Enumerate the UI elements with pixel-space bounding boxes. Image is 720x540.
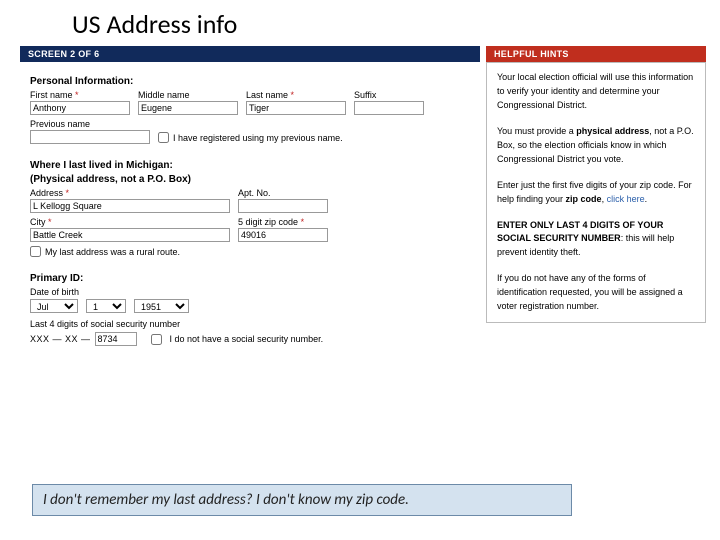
hint-5: If you do not have any of the forms of i… — [497, 272, 695, 314]
ssn-input[interactable] — [95, 332, 137, 346]
city-label: City * — [30, 217, 230, 227]
address-heading: Where I last lived in Michigan: — [30, 160, 470, 171]
middle-name-input[interactable] — [138, 101, 238, 115]
hint-4: ENTER ONLY LAST 4 DIGITS OF YOUR SOCIAL … — [497, 219, 695, 261]
middle-name-label: Middle name — [138, 90, 238, 100]
form-content: Personal Information: First name * Middl… — [20, 62, 480, 352]
suffix-input[interactable] — [354, 101, 424, 115]
right-column: HELPFUL HINTS Your local election offici… — [486, 46, 706, 323]
zip-input[interactable] — [238, 228, 328, 242]
hint-3: Enter just the first five digits of your… — [497, 179, 695, 207]
hints-box: Your local election official will use th… — [486, 62, 706, 323]
form-area: SCREEN 2 OF 6 Personal Information: Firs… — [20, 46, 700, 352]
last-name-input[interactable] — [246, 101, 346, 115]
previous-name-input[interactable] — [30, 130, 150, 144]
no-ssn-label: I do not have a social security number. — [170, 334, 324, 344]
hint-2: You must provide a physical address, not… — [497, 125, 695, 167]
city-input[interactable] — [30, 228, 230, 242]
address-subheading: (Physical address, not a P.O. Box) — [30, 174, 470, 185]
hint-1: Your local election official will use th… — [497, 71, 695, 113]
ssn-mask: XXX — XX — — [30, 334, 91, 344]
rural-route-checkbox[interactable] — [30, 246, 41, 257]
dob-label: Date of birth — [30, 287, 470, 297]
zip-help-link[interactable]: click here — [607, 194, 645, 204]
apt-input[interactable] — [238, 199, 328, 213]
rural-route-label: My last address was a rural route. — [45, 247, 180, 257]
previous-name-checkbox[interactable] — [158, 132, 169, 143]
first-name-label: First name * — [30, 90, 130, 100]
dob-day[interactable]: 1 — [86, 299, 126, 313]
apt-label: Apt. No. — [238, 188, 328, 198]
dob-month[interactable]: Jul — [30, 299, 78, 313]
previous-name-cb-label: I have registered using my previous name… — [173, 133, 343, 143]
ssn-label: Last 4 digits of social security number — [30, 319, 470, 329]
address-input[interactable] — [30, 199, 230, 213]
dob-year[interactable]: 1951 — [134, 299, 189, 313]
page-title: US Address info — [0, 0, 720, 46]
screen-banner: SCREEN 2 OF 6 — [20, 46, 480, 62]
last-name-label: Last name * — [246, 90, 346, 100]
callout-box: I don't remember my last address? I don'… — [32, 484, 572, 516]
left-column: SCREEN 2 OF 6 Personal Information: Firs… — [20, 46, 480, 352]
address-label: Address * — [30, 188, 230, 198]
previous-name-label: Previous name — [30, 119, 150, 129]
first-name-input[interactable] — [30, 101, 130, 115]
no-ssn-checkbox[interactable] — [151, 334, 162, 345]
primary-id-heading: Primary ID: — [30, 273, 470, 284]
suffix-label: Suffix — [354, 90, 424, 100]
personal-heading: Personal Information: — [30, 76, 470, 87]
zip-label: 5 digit zip code * — [238, 217, 328, 227]
hints-banner: HELPFUL HINTS — [486, 46, 706, 62]
